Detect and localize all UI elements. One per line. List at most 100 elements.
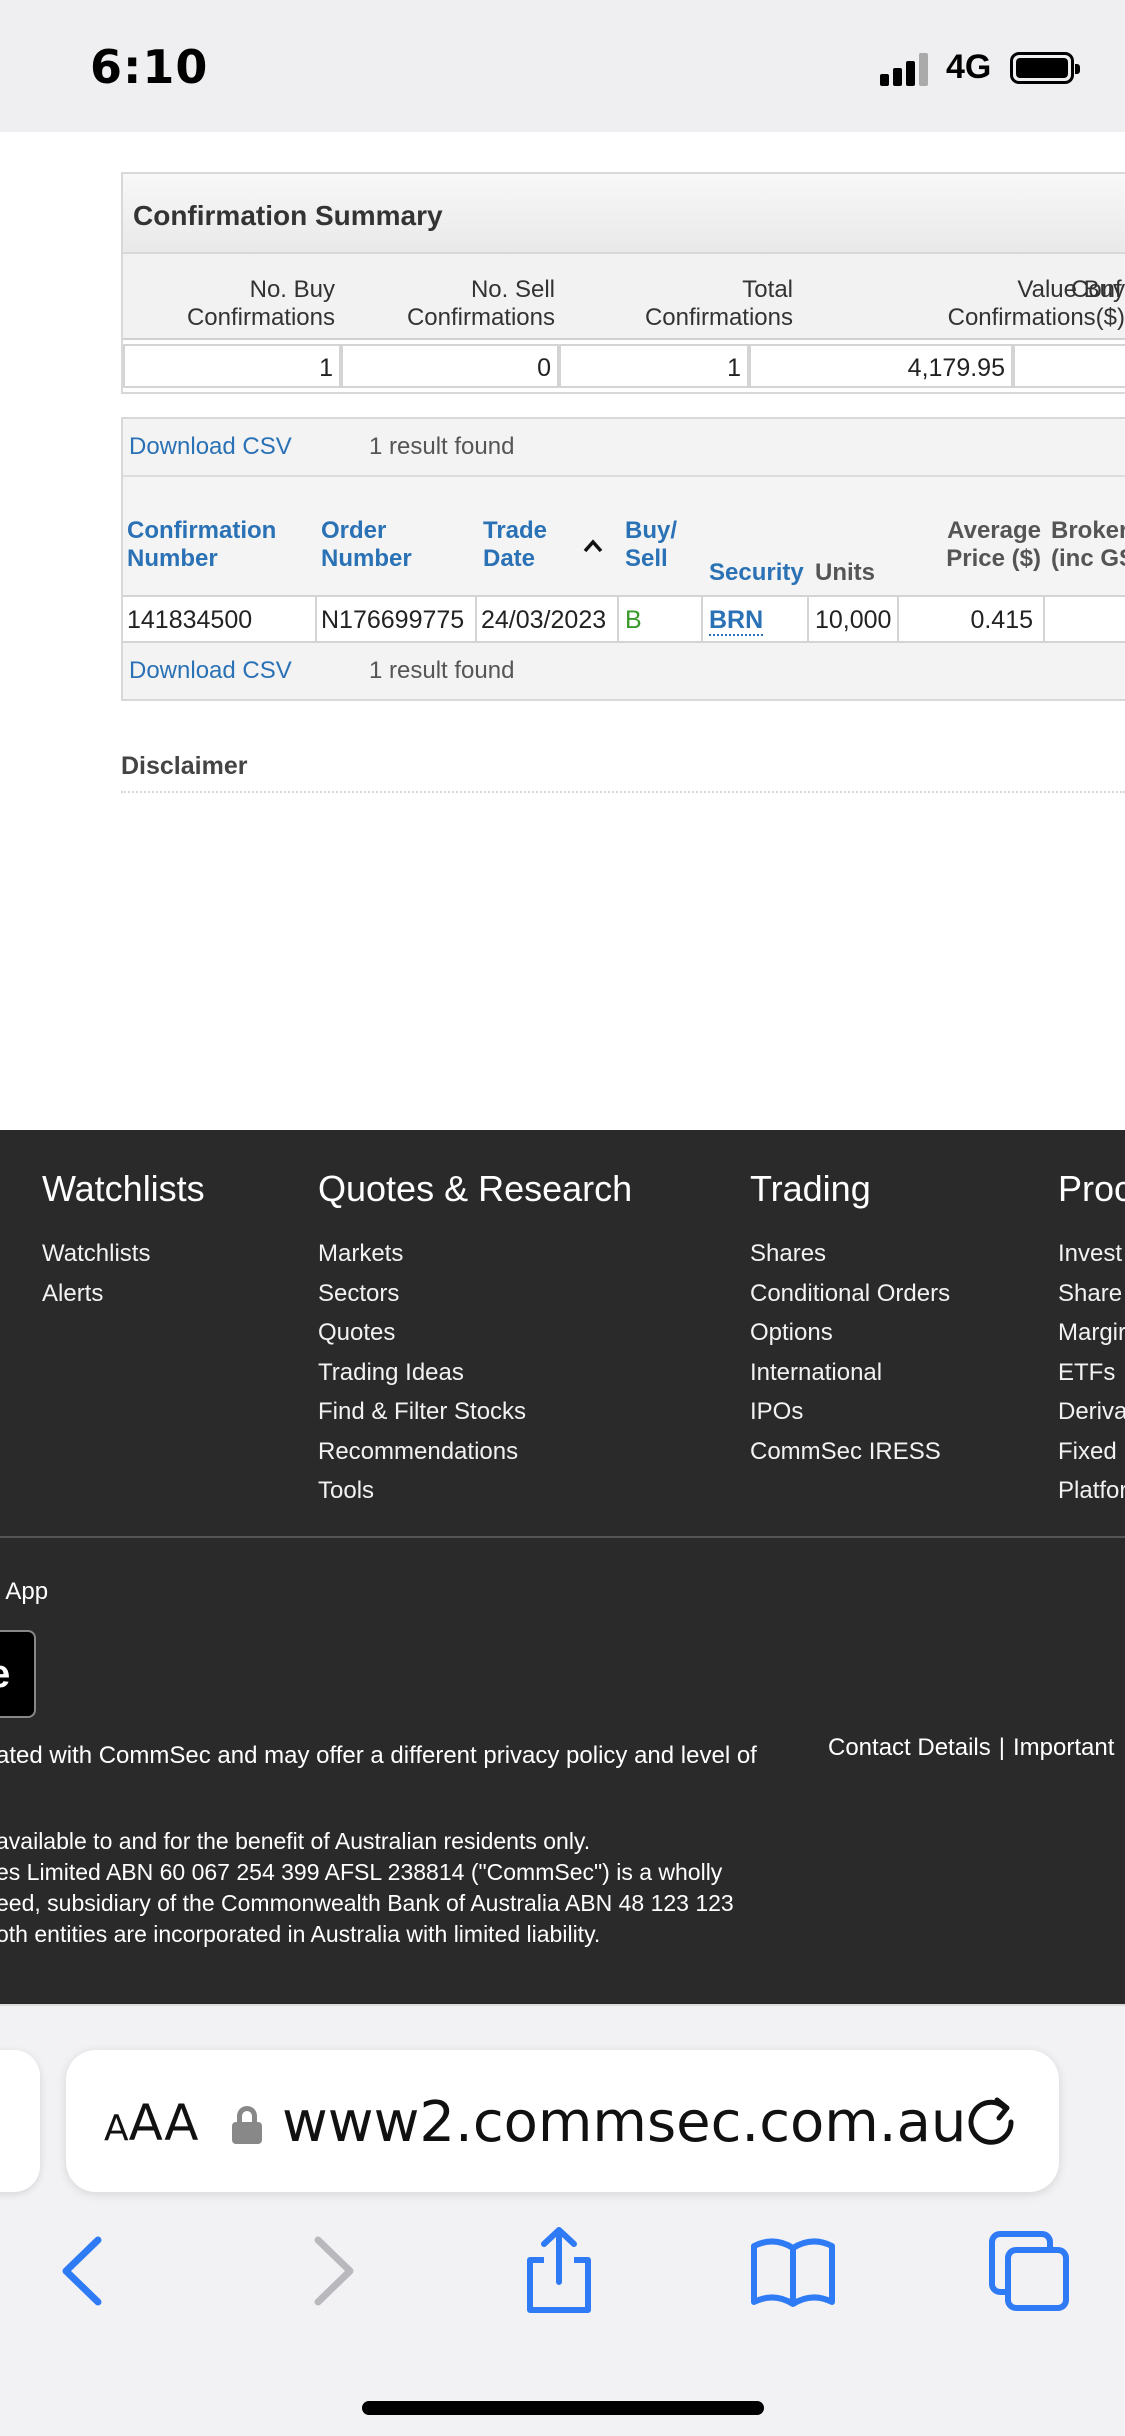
site-footer: Watchlists Watchlists Alerts Quotes & Re…	[0, 1130, 1125, 2004]
previous-tab-peek[interactable]	[0, 2050, 40, 2192]
footer-legal-links: Contact Details | Important	[828, 1734, 1114, 1762]
summary-header-row: No. Buy Confirmations No. Sell Confirmatio…	[123, 254, 1125, 340]
download-csv-link-bottom[interactable]: Download CSV	[129, 657, 292, 685]
col-buy-sell[interactable]: Buy/Sell	[625, 517, 677, 573]
contact-details-link[interactable]: Contact Details	[828, 1734, 991, 1761]
cell-trade-date: 24/03/2023	[477, 597, 619, 641]
footer-link[interactable]: Fixed	[1058, 1438, 1125, 1478]
footer-heading: Proc	[1058, 1168, 1125, 1209]
value-no-sell: 0	[341, 344, 559, 388]
page: 6:10 4G Confirmation Summary No. Buy Conf…	[0, 0, 1125, 2436]
footer-heading: Trading	[750, 1168, 871, 1209]
legal-text: available to and for the benefit of Aust…	[0, 1828, 734, 1947]
footer-link[interactable]: Share	[1058, 1280, 1125, 1320]
col-trade-date[interactable]: Trade Date	[483, 517, 547, 573]
footer-link[interactable]: ETFs	[1058, 1359, 1125, 1399]
page-settings-button[interactable]: AAA	[104, 2094, 198, 2152]
security-link[interactable]: BRN	[709, 606, 764, 636]
col-brokerage: Broker(inc GS	[1051, 517, 1125, 572]
url-text[interactable]: www2.commsec.com.au	[282, 2090, 1002, 2155]
footer-link[interactable]: Recommendations	[318, 1438, 632, 1478]
footer-link[interactable]: Platfor	[1058, 1477, 1125, 1517]
footer-column-quotes-research: Quotes & Research Markets Sectors Quotes…	[318, 1148, 632, 1517]
result-count-bottom: 1 result found	[369, 657, 515, 684]
footer-link[interactable]: Sectors	[318, 1280, 632, 1320]
col-average-price: Average Price ($)	[946, 517, 1041, 572]
sort-ascending-icon[interactable]	[583, 539, 603, 553]
footer-link[interactable]: Tools	[318, 1477, 632, 1517]
download-csv-link[interactable]: Download CSV	[129, 433, 292, 461]
privacy-notice: ated with CommSec and may offer a differ…	[0, 1742, 757, 1769]
app-store-badge[interactable]: e	[0, 1630, 36, 1718]
footer-link[interactable]: IPOs	[750, 1398, 950, 1438]
header-no-sell-confirmations: No. Sell Confirmations	[406, 276, 555, 331]
app-promo-label: c App	[0, 1578, 49, 1605]
home-indicator[interactable]	[362, 2401, 764, 2415]
footer-link[interactable]: Alerts	[42, 1280, 205, 1320]
cell-buy-sell: B	[619, 597, 703, 641]
value-buy-amount: 4,179.95	[749, 344, 1013, 388]
header-total-confirmations: Total Confirmations	[644, 276, 793, 331]
results-toolbar-top: Download CSV 1 result found	[123, 419, 1125, 475]
footer-column-watchlists: Watchlists Watchlists Alerts	[42, 1148, 205, 1319]
col-order-number[interactable]: Order Number	[321, 517, 412, 573]
link-separator: |	[998, 1734, 1005, 1761]
footer-heading: Quotes & Research	[318, 1168, 633, 1209]
cell-confirmation-number: 141834500	[123, 597, 317, 641]
bookmarks-icon[interactable]	[748, 2226, 838, 2316]
address-bar[interactable]: AAA www2.commsec.com.au	[66, 2050, 1059, 2192]
table-row[interactable]: 141834500 N176699775 24/03/2023 B BRN 10…	[123, 595, 1125, 643]
header-no-buy-confirmations: No. Buy Confirmations	[186, 276, 335, 331]
footer-link[interactable]: Deriva	[1058, 1398, 1125, 1438]
tabs-icon[interactable]	[984, 2226, 1074, 2316]
confirmations-results-table: Download CSV 1 result found Confirmation…	[121, 417, 1125, 701]
col-units: Units	[815, 559, 875, 586]
value-total: 1	[559, 344, 749, 388]
footer-divider	[0, 1536, 1125, 1538]
summary-values-row: 1 0 1 4,179.95	[123, 340, 1125, 392]
footer-link[interactable]: Margir	[1058, 1319, 1125, 1359]
cell-order-number: N176699775	[317, 597, 477, 641]
footer-link[interactable]: Options	[750, 1319, 950, 1359]
footer-link[interactable]: Watchlists	[42, 1240, 205, 1280]
clock: 6:10	[90, 40, 209, 94]
col-confirmation-number[interactable]: Confirmation Number	[127, 517, 276, 573]
status-bar: 6:10 4G	[0, 0, 1125, 132]
reload-icon[interactable]	[961, 2090, 1021, 2150]
footer-column-products: Proc Invest Share Margir ETFs Deriva Fix…	[1058, 1148, 1125, 1517]
footer-link[interactable]: Trading Ideas	[318, 1359, 632, 1399]
cell-brokerage	[1045, 597, 1125, 641]
back-icon[interactable]	[42, 2226, 132, 2316]
battery-icon	[1010, 52, 1080, 84]
browser-toolbar: AAA www2.commsec.com.au	[0, 2004, 1125, 2436]
footer-link[interactable]: Find & Filter Stocks	[318, 1398, 632, 1438]
col-security[interactable]: Security	[709, 559, 804, 587]
browser-nav-bar	[0, 2226, 1125, 2326]
footer-link[interactable]: Invest	[1058, 1240, 1125, 1280]
cell-security: BRN	[703, 597, 809, 641]
header-value-sell-confirmations: Conf	[1071, 276, 1122, 303]
footer-link[interactable]: Quotes	[318, 1319, 632, 1359]
footer-link[interactable]: Markets	[318, 1240, 632, 1280]
share-icon[interactable]	[514, 2226, 604, 2316]
lock-icon	[232, 2106, 262, 2144]
cell-units: 10,000	[809, 597, 899, 641]
important-link[interactable]: Important	[1013, 1734, 1114, 1761]
results-toolbar-bottom: Download CSV 1 result found	[123, 643, 1125, 699]
footer-link[interactable]: International	[750, 1359, 950, 1399]
value-no-buy: 1	[123, 344, 341, 388]
confirmation-summary-table: Confirmation Summary No. Buy Confirmation…	[121, 172, 1125, 394]
forward-icon[interactable]	[284, 2226, 374, 2316]
footer-link[interactable]: Shares	[750, 1240, 950, 1280]
footer-column-trading: Trading Shares Conditional Orders Option…	[750, 1148, 950, 1477]
footer-link[interactable]: Conditional Orders	[750, 1280, 950, 1320]
footer-link[interactable]: CommSec IRESS	[750, 1438, 950, 1478]
disclaimer-heading[interactable]: Disclaimer	[121, 752, 1125, 793]
summary-title: Confirmation Summary	[123, 174, 1125, 254]
footer-heading: Watchlists	[42, 1168, 205, 1209]
results-header-row: Confirmation Number Order Number Trade Date…	[123, 475, 1125, 595]
network-type: 4G	[946, 48, 992, 86]
value-sell-amount	[1013, 344, 1125, 388]
cellular-signal-icon	[880, 52, 932, 86]
cell-average-price: 0.415	[899, 597, 1045, 641]
